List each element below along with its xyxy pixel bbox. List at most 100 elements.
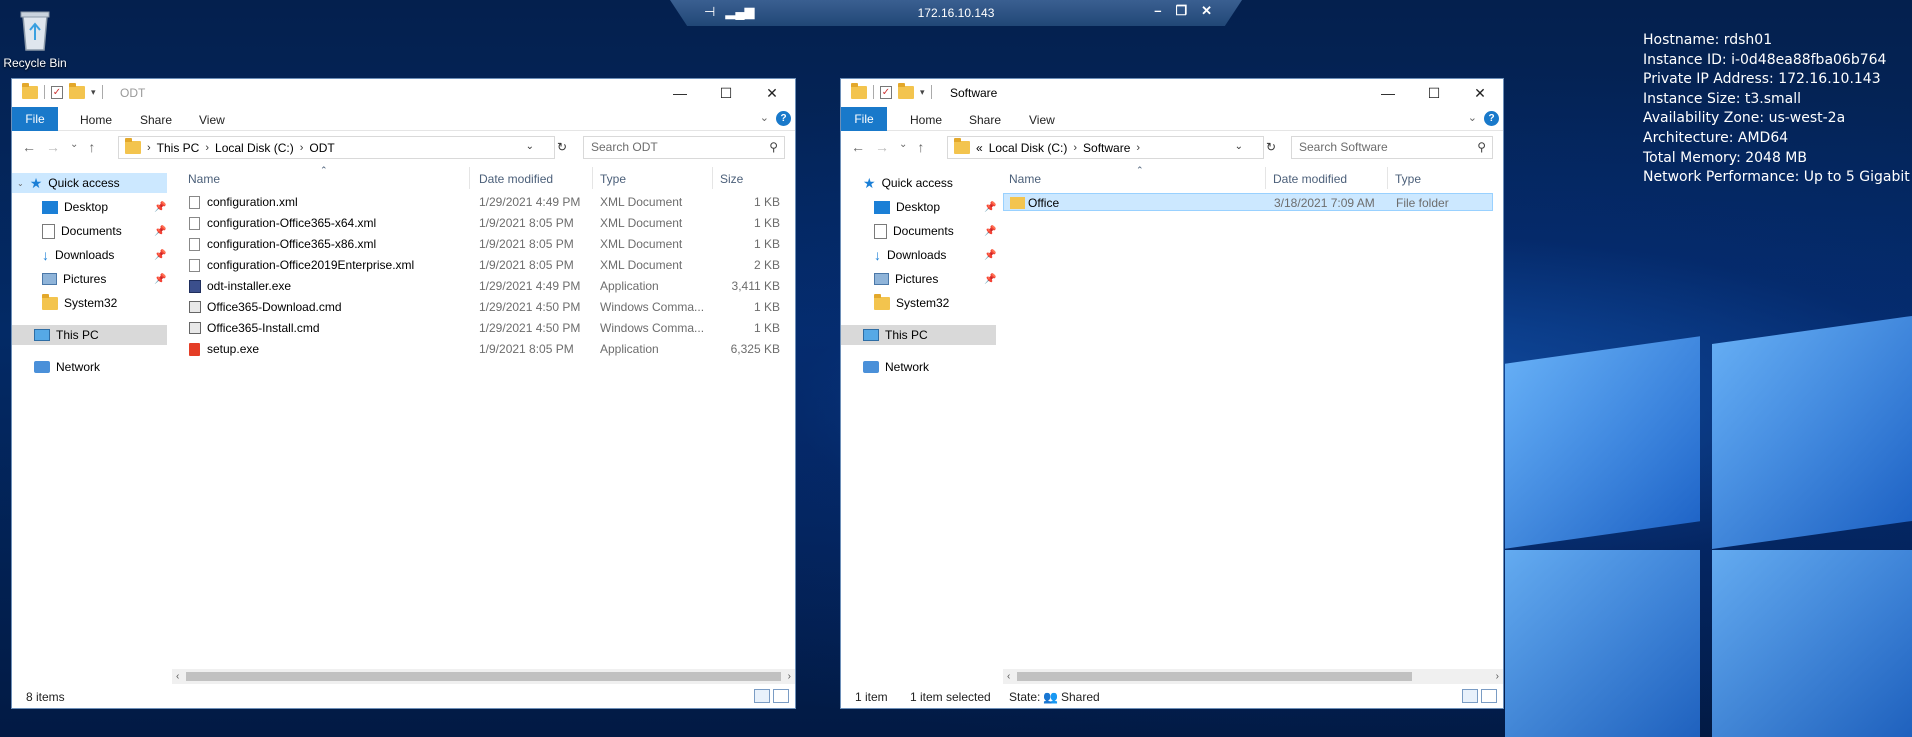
recent-locations-chevron-icon[interactable]: ⌄ (899, 139, 907, 155)
details-view-icon[interactable] (1462, 689, 1478, 703)
nav-downloads[interactable]: ↓ Downloads (42, 245, 114, 265)
chevron-right-icon[interactable]: › (1073, 142, 1077, 154)
horizontal-scrollbar[interactable]: ‹ › (1003, 669, 1503, 684)
rdp-close-button[interactable]: ✕ (1201, 3, 1212, 19)
chevron-right-icon[interactable]: › (147, 142, 151, 154)
table-row[interactable]: configuration-Office365-x64.xml 1/9/2021 … (172, 214, 792, 232)
table-row[interactable]: configuration-Office2019Enterprise.xml 1/… (172, 256, 792, 274)
address-dropdown-icon[interactable]: ⌄ (526, 141, 534, 152)
close-button[interactable]: ✕ (1457, 79, 1503, 107)
help-icon[interactable]: ? (776, 111, 791, 126)
close-button[interactable]: ✕ (749, 79, 795, 107)
tab-home[interactable]: Home (910, 113, 942, 127)
scroll-left-icon[interactable]: ‹ (176, 669, 179, 684)
pin-icon[interactable]: 📌 (984, 250, 996, 261)
nav-pictures[interactable]: Pictures (42, 269, 106, 289)
rdp-connection-bar[interactable]: ⊣ ▂▄▆ 172.16.10.143 – ❐ ✕ (670, 0, 1242, 26)
folder-icon[interactable] (22, 82, 38, 99)
pin-icon[interactable]: 📌 (154, 226, 166, 237)
pin-icon[interactable]: 📌 (984, 226, 996, 237)
search-input[interactable]: Search Software ⚲ (1291, 136, 1493, 159)
table-row[interactable]: configuration-Office365-x86.xml 1/9/2021 … (172, 235, 792, 253)
minimize-button[interactable]: — (657, 79, 703, 107)
rdp-minimize-button[interactable]: – (1154, 3, 1161, 19)
tab-share[interactable]: Share (140, 113, 172, 127)
nav-documents[interactable]: Documents (42, 221, 122, 241)
pin-icon[interactable]: 📌 (984, 274, 996, 285)
properties-icon[interactable]: ✓ (51, 85, 63, 99)
nav-downloads[interactable]: ↓ Downloads (874, 245, 946, 265)
details-view-icon[interactable] (754, 689, 770, 703)
nav-pictures[interactable]: Pictures (874, 269, 938, 289)
new-folder-icon[interactable] (69, 82, 85, 99)
titlebar[interactable]: ✓ ▾ ODT — ☐ ✕ (12, 79, 795, 107)
table-row[interactable]: configuration.xml 1/29/2021 4:49 PM XML Do… (172, 193, 792, 211)
search-icon[interactable]: ⚲ (1477, 137, 1486, 158)
scroll-right-icon[interactable]: › (788, 669, 791, 684)
refresh-button[interactable]: ↻ (557, 140, 567, 154)
column-date-modified[interactable]: Date modified (1273, 172, 1347, 186)
search-icon[interactable]: ⚲ (769, 137, 778, 158)
breadcrumb-overflow[interactable]: « (976, 141, 983, 155)
table-row[interactable]: odt-installer.exe 1/29/2021 4:49 PM Applic… (172, 277, 792, 295)
breadcrumb-local-disk[interactable]: Local Disk (C:) (215, 141, 294, 155)
refresh-button[interactable]: ↻ (1266, 140, 1276, 154)
scroll-thumb[interactable] (186, 672, 781, 681)
tab-view[interactable]: View (1029, 113, 1055, 127)
customize-toolbar-icon[interactable]: ▾ (91, 87, 96, 98)
recycle-bin[interactable]: Recycle Bin (2, 6, 68, 70)
nav-desktop[interactable]: Desktop (42, 197, 108, 217)
large-icons-view-icon[interactable] (773, 689, 789, 703)
column-type[interactable]: Type (600, 172, 626, 186)
nav-desktop[interactable]: Desktop (874, 197, 940, 217)
help-icon[interactable]: ? (1484, 111, 1499, 126)
nav-quick-access[interactable]: ★ Quick access (863, 173, 953, 193)
breadcrumb-local-disk[interactable]: Local Disk (C:) (989, 141, 1068, 155)
tab-view[interactable]: View (199, 113, 225, 127)
horizontal-scrollbar[interactable]: ‹ › (172, 669, 795, 684)
scroll-left-icon[interactable]: ‹ (1007, 669, 1010, 684)
chevron-down-icon[interactable]: ⌄ (1468, 111, 1477, 124)
large-icons-view-icon[interactable] (1481, 689, 1497, 703)
table-row[interactable]: Office 3/18/2021 7:09 AM File folder (1003, 193, 1493, 211)
table-row[interactable]: Office365-Download.cmd 1/29/2021 4:50 PM W… (172, 298, 792, 316)
address-dropdown-icon[interactable]: ⌄ (1235, 141, 1243, 152)
tab-share[interactable]: Share (969, 113, 1001, 127)
pin-icon[interactable]: 📌 (154, 202, 166, 213)
rdp-restore-button[interactable]: ❐ (1175, 3, 1187, 19)
minimize-button[interactable]: — (1365, 79, 1411, 107)
nav-network[interactable]: Network (863, 357, 929, 377)
column-type[interactable]: Type (1395, 172, 1421, 186)
nav-this-pc[interactable]: This PC (841, 325, 996, 345)
up-button[interactable]: ↑ (88, 139, 95, 155)
address-bar[interactable]: › This PC › Local Disk (C:) › ODT ⌄ (118, 136, 555, 159)
folder-icon[interactable] (851, 82, 867, 99)
nav-network[interactable]: Network (34, 357, 100, 377)
chevron-right-icon[interactable]: › (205, 142, 209, 154)
column-name[interactable]: Name (188, 172, 220, 186)
column-name[interactable]: Name (1009, 172, 1041, 186)
table-row[interactable]: setup.exe 1/9/2021 8:05 PM Application 6,32… (172, 340, 792, 358)
maximize-button[interactable]: ☐ (703, 79, 749, 107)
pin-icon[interactable]: 📌 (154, 274, 166, 285)
nav-system32[interactable]: System32 (42, 293, 117, 313)
column-size[interactable]: Size (720, 172, 743, 186)
forward-button[interactable]: → (46, 139, 60, 155)
tab-file[interactable]: File (841, 107, 887, 131)
column-date-modified[interactable]: Date modified (479, 172, 553, 186)
chevron-right-icon[interactable]: › (1136, 142, 1140, 154)
table-row[interactable]: Office365-Install.cmd 1/29/2021 4:50 PM Wi… (172, 319, 792, 337)
properties-icon[interactable]: ✓ (880, 85, 892, 99)
chevron-right-icon[interactable]: › (300, 142, 304, 154)
search-input[interactable]: Search ODT ⚲ (583, 136, 785, 159)
scroll-right-icon[interactable]: › (1496, 669, 1499, 684)
nav-documents[interactable]: Documents (874, 221, 954, 241)
nav-this-pc[interactable]: This PC (12, 325, 167, 345)
recent-locations-chevron-icon[interactable]: ⌄ (70, 139, 78, 155)
forward-button[interactable]: → (875, 139, 889, 155)
breadcrumb-odt[interactable]: ODT (309, 141, 334, 155)
scroll-thumb[interactable] (1017, 672, 1412, 681)
nav-system32[interactable]: System32 (874, 293, 949, 313)
pin-icon[interactable]: 📌 (984, 202, 996, 213)
breadcrumb-software[interactable]: Software (1083, 141, 1130, 155)
